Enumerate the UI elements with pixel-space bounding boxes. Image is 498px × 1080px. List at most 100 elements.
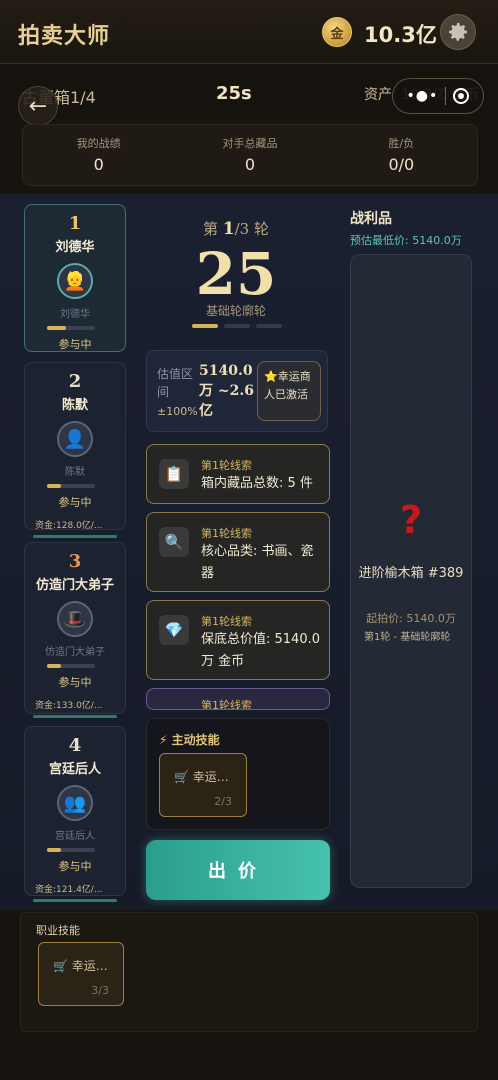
round-prefix: 第 xyxy=(202,220,218,238)
active-skill-header: ⚡ 主动技能 xyxy=(159,733,220,747)
career-lucky-skill-card[interactable]: 🛒 幸运… 3/3 xyxy=(38,942,124,1006)
skill-count: 2/3 xyxy=(214,795,232,808)
avatar: 👥 xyxy=(57,785,93,821)
stat-label: 对手总藏品 xyxy=(222,137,278,150)
round-label: 第 1/3 轮 xyxy=(146,218,326,239)
stat-label: 胜/负 xyxy=(388,137,415,150)
avatar: 👱 xyxy=(57,263,93,299)
player-state: 参与中 xyxy=(58,676,92,689)
loot-min-price: 预估最低价: 5140.0万 xyxy=(350,234,462,247)
player-card-4[interactable]: 4 宫廷后人 👥 宫廷后人 参与中 资金:121.4亿/... xyxy=(24,726,126,902)
player-subname: 仿造门大弟子 xyxy=(45,647,105,658)
funds-bar xyxy=(33,899,117,902)
close-target-icon[interactable] xyxy=(453,88,470,104)
round-current: 1 xyxy=(222,219,235,239)
app-title: 拍卖大师 xyxy=(18,23,111,49)
clue-card[interactable]: 📋 第1轮线索 箱内藏品总数: 5 件 xyxy=(146,444,330,504)
settings-button[interactable] xyxy=(440,14,476,50)
round-name: 基础轮廓轮 xyxy=(205,304,266,318)
stat-value: 0 xyxy=(93,155,104,174)
player-progress xyxy=(47,848,95,852)
player-card-3[interactable]: 3 仿造门大弟子 🎩 仿造门大弟子 参与中 资金:133.0亿/... xyxy=(24,542,126,718)
player-name: 刘德华 xyxy=(55,240,95,255)
player-name: 宫廷后人 xyxy=(48,762,101,777)
back-arrow-icon: ← xyxy=(28,93,48,119)
skill-name: 🛒 幸运… xyxy=(53,959,108,973)
clipboard-icon: 📋 xyxy=(159,459,189,489)
top-bar: 拍卖大师 金 10.3亿 xyxy=(0,0,498,64)
player-progress xyxy=(47,484,95,488)
player-progress-fill xyxy=(47,484,62,488)
estimate-value: 5140.0万 ~2.6亿 xyxy=(199,363,254,419)
player-subname: 宫廷后人 xyxy=(55,831,95,842)
clue-title: 第1轮线索 xyxy=(201,527,252,540)
mini-program-capsule[interactable]: •●• xyxy=(392,78,484,114)
player-progress-fill xyxy=(47,326,67,330)
lucky-merchant-badge: ⭐幸运商人已激活 xyxy=(257,361,321,421)
estimate-label: 估值区间 xyxy=(157,367,194,399)
estimate-panel: 估值区间 5140.0万 ~2.6亿 ±100% ⭐幸运商人已激活 xyxy=(146,350,328,432)
player-progress-fill xyxy=(47,848,62,852)
stat-opponent-items: 对手总藏品 0 xyxy=(174,125,325,185)
player-progress-fill xyxy=(47,664,62,668)
stat-value: 0 xyxy=(244,155,256,174)
round-step-3 xyxy=(256,324,282,328)
loot-title: 战利品 xyxy=(350,211,392,227)
clue-title: 第1轮线索 xyxy=(201,699,252,710)
player-rank: 3 xyxy=(68,551,82,572)
player-progress xyxy=(47,326,95,330)
skill-count: 3/3 xyxy=(91,984,109,997)
round-step-1 xyxy=(192,324,218,328)
balance-amount: 10.3亿 xyxy=(364,23,437,47)
clue-text: 箱内藏品总数: 5 件 xyxy=(201,476,313,491)
career-skill-label: 职业技能 xyxy=(36,924,80,937)
estimate-range-pct: ±100% xyxy=(157,405,198,418)
clue-text: 保底总价值: 5140.0万 金币 xyxy=(201,632,320,669)
stat-value: 0/0 xyxy=(388,155,415,174)
lucky-skill-card[interactable]: 🛒 幸运… 2/3 xyxy=(159,753,247,817)
stat-win-loss: 胜/负 0/0 xyxy=(326,125,477,185)
mystery-question-icon: ? xyxy=(399,498,423,542)
player-funds: 资金:133.0亿/... xyxy=(35,701,103,711)
player-subname: 刘德华 xyxy=(60,309,90,320)
player-state: 参与中 xyxy=(58,860,92,873)
player-rank: 1 xyxy=(68,213,82,234)
back-button[interactable]: ← xyxy=(18,86,58,126)
capsule-divider xyxy=(445,87,447,105)
timer: 25s xyxy=(216,83,252,104)
more-icon[interactable]: •●• xyxy=(407,88,439,104)
clue-card[interactable]: 第1轮线索 xyxy=(146,688,330,710)
loot-name: 进阶榆木箱 #389 xyxy=(358,566,464,581)
round-progress xyxy=(192,324,282,328)
magnifier-icon: 🔍 xyxy=(159,527,189,557)
clue-text: 核心品类: 书画、瓷器 xyxy=(201,544,314,581)
stat-label: 我的战绩 xyxy=(76,137,121,150)
player-card-2[interactable]: 2 陈默 👤 陈默 参与中 资金:128.0亿/... xyxy=(24,362,126,538)
player-state: 参与中 xyxy=(58,338,92,351)
player-funds: 资金:121.4亿/... xyxy=(35,885,103,895)
round-step-2 xyxy=(224,324,250,328)
avatar: 🎩 xyxy=(57,601,93,637)
round-suffix: 轮 xyxy=(254,220,270,238)
player-rank: 2 xyxy=(68,371,82,392)
round-total: /3 xyxy=(234,220,250,238)
player-subname: 陈默 xyxy=(65,467,85,478)
skill-name: 🛒 幸运… xyxy=(174,770,229,784)
clue-title: 第1轮线索 xyxy=(201,615,252,628)
stat-my-record: 我的战绩 0 xyxy=(23,125,174,185)
gear-icon xyxy=(449,23,467,41)
player-card-1[interactable]: 1 刘德华 👱 刘德华 参与中 xyxy=(24,204,126,352)
stats-panel: 我的战绩 0 对手总藏品 0 胜/负 0/0 xyxy=(22,124,478,186)
avatar: 👤 xyxy=(57,421,93,457)
clue-card[interactable]: 🔍 第1轮线索 核心品类: 书画、瓷器 xyxy=(146,512,330,592)
bid-button[interactable]: 出价 xyxy=(146,840,330,900)
player-name: 仿造门大弟子 xyxy=(35,578,114,593)
clue-card[interactable]: 💎 第1轮线索 保底总价值: 5140.0万 金币 xyxy=(146,600,330,680)
round-countdown: 25 xyxy=(195,240,277,308)
player-funds: 资金:128.0亿/... xyxy=(35,521,103,531)
loot-start-price: 起拍价: 5140.0万 xyxy=(366,612,456,625)
player-progress xyxy=(47,664,95,668)
active-skill-panel: ⚡ 主动技能 🛒 幸运… 2/3 xyxy=(146,718,330,830)
loot-round: 第1轮 - 基础轮廓轮 xyxy=(364,632,451,643)
player-name: 陈默 xyxy=(61,398,88,413)
